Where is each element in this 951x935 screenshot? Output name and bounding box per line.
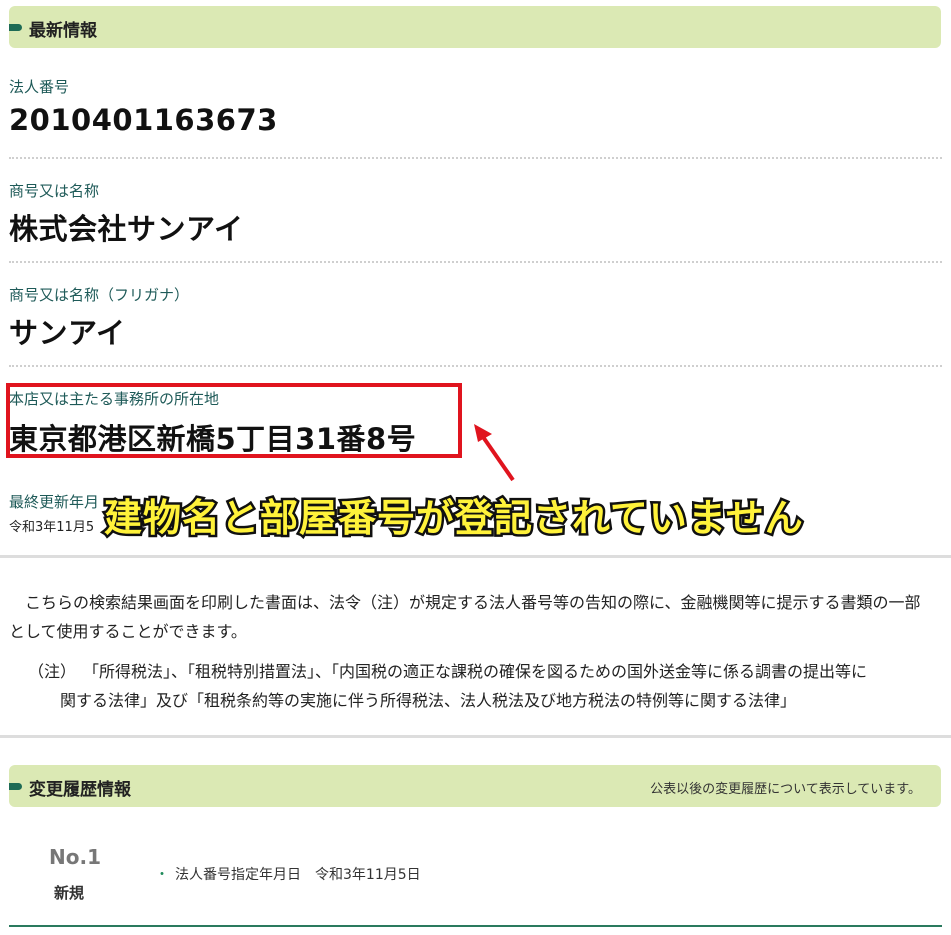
latest-info-title: 最新情報 [29,21,97,41]
note-mark: （注） [28,662,77,681]
address-highlight-box [6,383,462,458]
latest-info-header: 最新情報 [9,6,941,48]
history-entry-number: No.1 [49,845,101,869]
history-title: 変更履歴情報 [29,780,131,800]
header-marker [9,783,22,790]
bullet-icon: ・ [155,867,169,883]
divider [9,157,942,159]
history-note: 公表以後の変更履歴について表示しています。 [650,782,921,797]
divider [9,365,942,367]
trade-name-label: 商号又は名称 [9,182,100,200]
trade-name-value: 株式会社サンアイ [9,212,244,246]
section-separator [0,555,951,558]
divider [9,261,942,263]
trade-name-kana-value: サンアイ [9,316,126,350]
annotation-callout: 建物名と部屋番号が登記されていません [102,494,806,543]
history-header: 変更履歴情報 公表以後の変更履歴について表示しています。 [9,765,941,807]
print-notice-paragraph: こちらの検索結果画面を印刷した書面は、法令（注）が規定する法人番号等の告知の際に… [9,593,921,641]
history-bottom-rule [9,925,942,927]
last-updated-label: 最終更新年月 [9,493,100,511]
history-entry-text: 法人番号指定年月日 令和3年11月5日 [175,867,421,883]
corporate-number-label: 法人番号 [9,78,70,96]
annotation-arrow-icon [474,424,515,482]
section-separator [0,735,951,738]
note-line-2: 関する法律」及び「租税条約等の実施に伴う所得税法、法人税法及び地方税法の特例等に… [60,691,797,710]
corporate-number-value: 2010401163673 [9,103,278,137]
header-marker [9,24,22,31]
history-entry-kind: 新規 [54,884,85,902]
note-line-1: 「所得税法」、「租税特別措置法」、「内国税の適正な課税の確保を図るための国外送金… [83,662,868,681]
history-entry-item: ・法人番号指定年月日 令和3年11月5日 [155,864,421,884]
trade-name-kana-label: 商号又は名称（フリガナ） [9,286,190,304]
last-updated-value: 令和3年11月5 [9,520,95,535]
